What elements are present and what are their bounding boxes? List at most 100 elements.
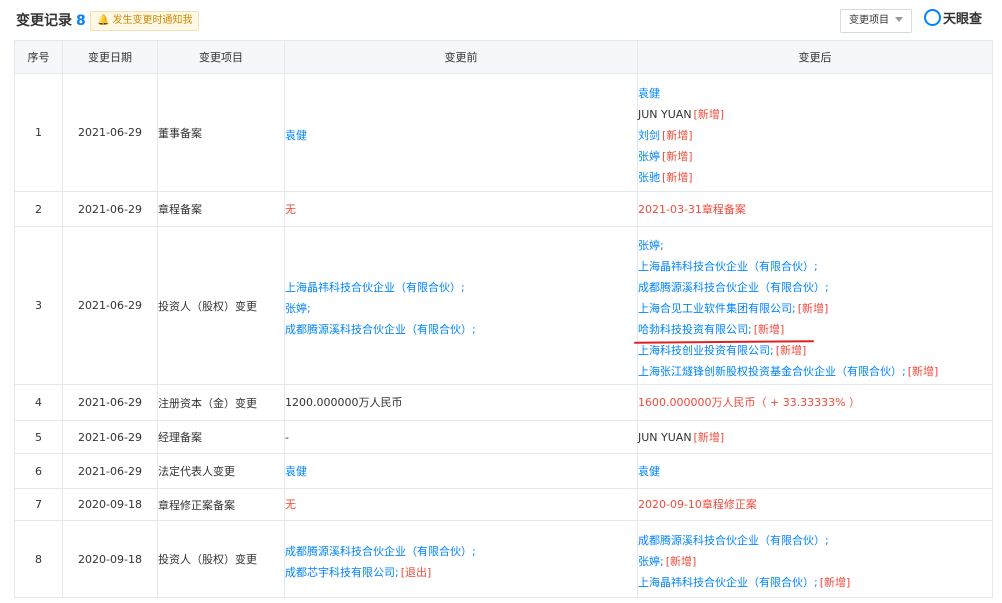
cell-date: 2021-06-29 bbox=[62, 226, 158, 385]
change-item-filter[interactable]: 变更项目 bbox=[840, 9, 912, 33]
value-line: 1200.000000万人民币 bbox=[285, 392, 637, 413]
value-line: JUN YUAN [新增] bbox=[638, 427, 992, 448]
cell-after: 张婷; 上海晶祎科技合伙企业（有限合伙）; 成都腾源溪科技合伙企业（有限合伙）; 上海… bbox=[633, 226, 993, 385]
table-row: 4 2021-06-29 注册资本（金）变更 1200.000000万人民币 1600.… bbox=[14, 384, 993, 421]
cell-before: - bbox=[284, 420, 638, 454]
value-text: 1600.000000万人民币（ + 33.33333% ） bbox=[638, 396, 861, 409]
cell-item: 章程修正案备案 bbox=[157, 488, 285, 521]
value-line: 上海晶祎科技合伙企业（有限合伙）; bbox=[285, 277, 637, 298]
value-text: - bbox=[285, 430, 289, 444]
cell-no: 3 bbox=[14, 226, 63, 385]
caret-down-icon bbox=[895, 16, 903, 22]
entity-link[interactable]: 张驰 bbox=[638, 171, 660, 184]
cell-item: 注册资本（金）变更 bbox=[157, 384, 285, 421]
entity-link[interactable]: 哈勃科技投资有限公司; bbox=[638, 323, 752, 336]
entity-link[interactable]: 上海合见工业软件集团有限公司; bbox=[638, 302, 796, 315]
value-line: 成都芯宇科技有限公司; [退出] bbox=[285, 562, 637, 583]
cell-before: 1200.000000万人民币 bbox=[284, 384, 638, 421]
cell-item: 章程备案 bbox=[157, 191, 285, 227]
change-tag: [退出] bbox=[400, 565, 432, 579]
value-text: JUN YUAN bbox=[638, 107, 692, 121]
value-line: JUN YUAN [新增] bbox=[638, 104, 992, 125]
value-line: 上海晶祎科技合伙企业（有限合伙）; [新增] bbox=[638, 572, 992, 593]
entity-link[interactable]: 张婷; bbox=[638, 239, 664, 252]
brand-logo: 天眼查 bbox=[924, 9, 983, 30]
notify-button[interactable]: 🔔 发生变更时通知我 bbox=[90, 11, 200, 31]
cell-after: 2021-03-31章程备案 bbox=[637, 191, 993, 227]
value-line: 袁健 bbox=[638, 461, 992, 482]
entity-link[interactable]: 袁健 bbox=[285, 129, 307, 142]
entity-link[interactable]: 成都腾源溪科技合伙企业（有限合伙）; bbox=[285, 323, 476, 336]
value-line: 无 bbox=[285, 494, 637, 515]
change-tag: [新增] bbox=[662, 149, 693, 163]
filter-label: 变更项目 bbox=[849, 15, 889, 26]
value-line: 成都腾源溪科技合伙企业（有限合伙）; bbox=[285, 541, 637, 562]
entity-link[interactable]: 袁健 bbox=[285, 465, 307, 478]
cell-date: 2021-06-29 bbox=[62, 73, 158, 192]
cell-no: 4 bbox=[14, 384, 63, 421]
entity-link[interactable]: 成都芯宇科技有限公司; bbox=[285, 566, 399, 579]
value-line: 张婷 [新增] bbox=[638, 146, 992, 167]
col-header-before: 变更前 bbox=[284, 40, 638, 74]
cell-before: 无 bbox=[284, 191, 638, 227]
change-tag: [新增] bbox=[753, 322, 785, 336]
value-line: 2020-09-10章程修正案 bbox=[638, 494, 992, 515]
value-line: - bbox=[285, 427, 637, 448]
value-line: 袁健 bbox=[285, 461, 637, 482]
value-text: JUN YUAN bbox=[638, 430, 692, 444]
entity-link[interactable]: 上海晶祎科技合伙企业（有限合伙）; bbox=[638, 260, 818, 273]
cell-after: 1600.000000万人民币（ + 33.33333% ） bbox=[637, 384, 993, 421]
entity-link[interactable]: 袁健 bbox=[638, 465, 660, 478]
cell-no: 6 bbox=[14, 453, 63, 489]
change-tag: [新增] bbox=[797, 301, 829, 315]
col-header-after: 变更后 bbox=[637, 40, 993, 74]
cell-before: 袁健 bbox=[284, 453, 638, 489]
entity-link[interactable]: 上海晶祎科技合伙企业（有限合伙）; bbox=[285, 281, 465, 294]
change-tag: [新增] bbox=[693, 430, 725, 444]
entity-link[interactable]: 上海张江燧锋创新股权投资基金合伙企业（有限合伙）; bbox=[638, 365, 906, 378]
logo-icon bbox=[924, 9, 941, 26]
cell-item: 法定代表人变更 bbox=[157, 453, 285, 489]
value-line: 上海晶祎科技合伙企业（有限合伙）; bbox=[638, 256, 992, 277]
entity-link[interactable]: 上海晶祎科技合伙企业（有限合伙）; bbox=[638, 576, 818, 589]
entity-link[interactable]: 上海科技创业投资有限公司; bbox=[638, 344, 774, 357]
cell-item: 董事备案 bbox=[157, 73, 285, 192]
logo-text: 天眼查 bbox=[943, 12, 983, 27]
table-row: 7 2020-09-18 章程修正案备案无 2020-09-10章程修正案 bbox=[14, 488, 993, 521]
cell-item: 经理备案 bbox=[157, 420, 285, 454]
cell-no: 1 bbox=[14, 73, 63, 192]
section-title-text: 变更记录 bbox=[16, 13, 72, 29]
value-text: 1200.000000万人民币 bbox=[285, 396, 403, 409]
value-text: 无 bbox=[285, 498, 296, 511]
entity-link[interactable]: 张婷; bbox=[638, 555, 664, 568]
cell-before: 上海晶祎科技合伙企业（有限合伙）; 张婷; 成都腾源溪科技合伙企业（有限合伙）; bbox=[284, 226, 638, 385]
cell-date: 2021-06-29 bbox=[62, 191, 158, 227]
col-header-no: 序号 bbox=[14, 40, 63, 74]
value-text: 2021-03-31章程备案 bbox=[638, 202, 746, 216]
entity-link[interactable]: 刘剑 bbox=[638, 129, 660, 142]
value-line: 张婷; bbox=[638, 235, 992, 256]
change-tag: [新增] bbox=[819, 576, 851, 589]
cell-after: 成都腾源溪科技合伙企业（有限合伙）; 张婷; [新增] 上海晶祎科技合伙企业（有限合伙… bbox=[637, 520, 993, 598]
change-tag: [新增] bbox=[907, 364, 939, 378]
col-header-date: 变更日期 bbox=[62, 40, 158, 74]
entity-link[interactable]: 袁健 bbox=[638, 87, 660, 100]
table-row: 5 2021-06-29 经理备案 - JUN YUAN [新增] bbox=[14, 420, 993, 454]
col-header-item: 变更项目 bbox=[157, 40, 285, 74]
value-text: 无 bbox=[285, 202, 296, 216]
cell-date: 2021-06-29 bbox=[62, 384, 158, 421]
cell-no: 7 bbox=[14, 488, 63, 521]
cell-date: 2020-09-18 bbox=[62, 520, 158, 598]
value-line: 袁健 bbox=[638, 83, 992, 104]
entity-link[interactable]: 成都腾源溪科技合伙企业（有限合伙）; bbox=[638, 281, 829, 294]
cell-after: 2020-09-10章程修正案 bbox=[637, 488, 993, 521]
value-line: 哈勃科技投资有限公司; [新增] bbox=[633, 319, 992, 344]
value-line: 成都腾源溪科技合伙企业（有限合伙）; bbox=[638, 530, 992, 551]
value-line: 1600.000000万人民币（ + 33.33333% ） bbox=[638, 392, 992, 413]
entity-link[interactable]: 成都腾源溪科技合伙企业（有限合伙）; bbox=[638, 534, 829, 547]
value-line: 张婷; bbox=[285, 298, 637, 319]
entity-link[interactable]: 成都腾源溪科技合伙企业（有限合伙）; bbox=[285, 545, 476, 558]
entity-link[interactable]: 张婷; bbox=[285, 302, 311, 315]
table-row: 6 2021-06-29 法定代表人变更 袁健 袁健 bbox=[14, 453, 993, 489]
entity-link[interactable]: 张婷 bbox=[638, 150, 660, 163]
